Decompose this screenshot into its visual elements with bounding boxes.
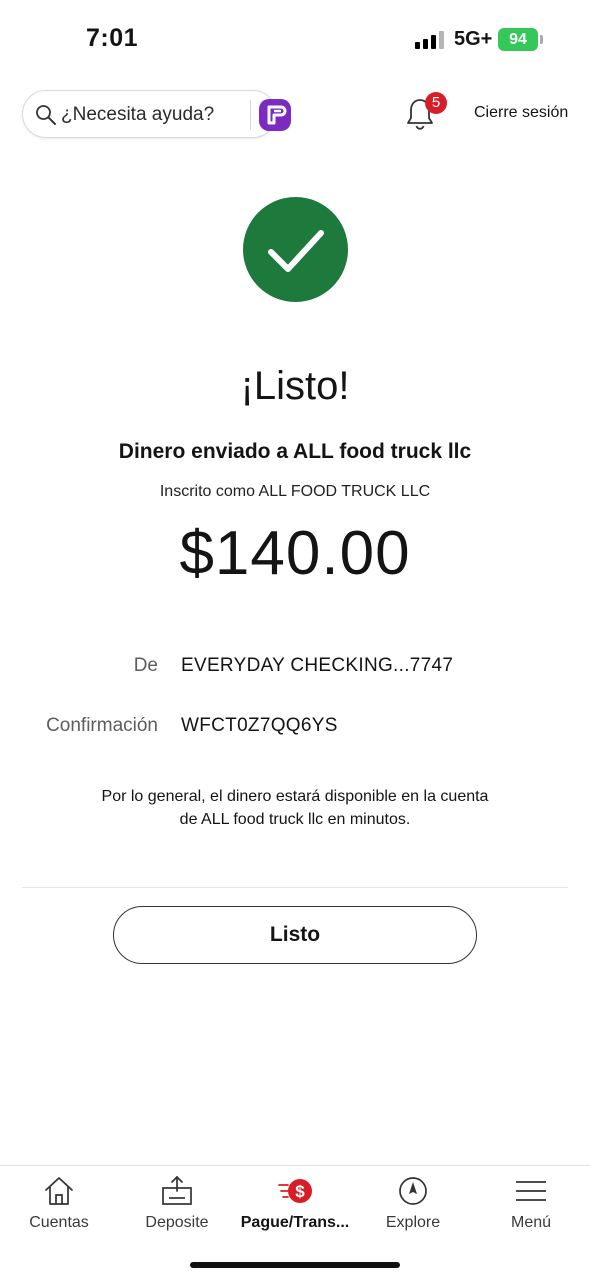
assistant-icon[interactable] [259,99,291,131]
nav-pay-transfer[interactable]: $ Pague/Trans... [236,1166,354,1246]
confirmation-row: Confirmación WFCT0Z7QQ6YS [0,715,590,745]
nav-label: Pague/Trans... [240,1214,350,1231]
nav-label: Explore [385,1214,441,1231]
logout-link[interactable]: Cierre sesión [474,104,568,122]
compass-icon [399,1177,427,1205]
enrolled-as: Inscrito como ALL FOOD TRUCK LLC [159,483,431,500]
battery-icon: 94 [498,28,538,51]
done-button[interactable]: Listo [113,906,477,964]
pay-transfer-icon: $ [278,1179,312,1203]
home-indicator [190,1262,400,1268]
help-search-bar[interactable]: ¿Necesita ayuda? [22,90,291,138]
notification-badge: 5 [425,92,447,114]
confirmation-label: Confirmación [46,715,158,736]
signal-icon [415,31,445,49]
help-search-label: ¿Necesita ayuda? [61,104,215,125]
nav-label: Cuentas [29,1214,89,1231]
amount-sent: $140.00 [179,519,411,588]
nav-deposit[interactable]: Deposite [118,1166,236,1246]
battery-nub [540,35,543,44]
battery-level: 94 [509,31,527,48]
nav-label: Menú [510,1214,552,1231]
from-account-row: De EVERYDAY CHECKING...7747 [0,655,590,685]
nav-accounts[interactable]: Cuentas [0,1166,118,1246]
deposit-icon [162,1176,192,1205]
search-divider [250,100,251,130]
from-value: EVERYDAY CHECKING...7747 [181,655,454,676]
network-type: 5G+ [454,28,493,50]
recipient-message: Dinero enviado a ALL food truck llc [118,440,472,463]
menu-icon [516,1181,546,1201]
nav-explore[interactable]: Explore [354,1166,472,1246]
status-bar: 7:01 5G+ 94 [0,0,590,80]
availability-note: Por lo general, el dinero estará disponi… [101,788,489,828]
search-icon [36,105,56,125]
svg-text:$: $ [295,1182,305,1201]
success-title: ¡Listo! [240,364,350,408]
confirmation-number: WFCT0Z7QQ6YS [181,715,338,736]
nav-label: Deposite [145,1214,209,1231]
home-icon [45,1177,73,1205]
from-label: De [133,655,158,676]
nav-menu[interactable]: Menú [472,1166,590,1246]
status-time: 7:01 [86,24,139,52]
divider [22,887,568,888]
success-check-icon [243,197,348,302]
